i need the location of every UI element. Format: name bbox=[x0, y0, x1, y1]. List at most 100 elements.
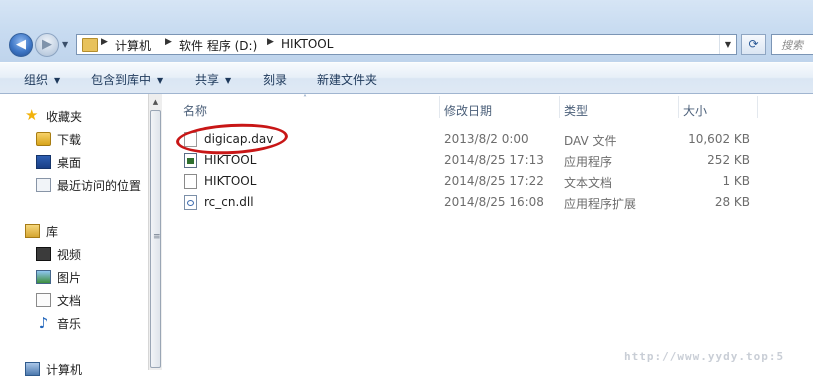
back-button[interactable]: ◀ bbox=[9, 33, 33, 57]
breadcrumb-computer[interactable]: 计算机 bbox=[115, 37, 151, 54]
address-bar[interactable]: ▶ 计算机 ▶ 软件 程序 (D:) ▶ HIKTOOL ▼ bbox=[76, 34, 737, 55]
new-folder-button[interactable]: 新建文件夹 bbox=[317, 71, 377, 88]
search-input[interactable]: 搜索 bbox=[771, 34, 813, 55]
column-header-date-modified[interactable]: 修改日期 bbox=[444, 102, 492, 119]
chevron-down-icon: ▼ bbox=[225, 76, 232, 85]
nav-label: 下载 bbox=[57, 133, 82, 147]
file-name: rc_cn.dll bbox=[204, 195, 254, 209]
file-type: DAV 文件 bbox=[564, 134, 617, 148]
include-in-library-label: 包含到库中 bbox=[91, 73, 152, 87]
refresh-button[interactable]: ⟳ bbox=[741, 34, 766, 55]
nav-label: 库 bbox=[46, 225, 59, 239]
breadcrumb-drive-d[interactable]: 软件 程序 (D:) bbox=[179, 37, 257, 54]
computer-icon bbox=[25, 362, 40, 376]
nav-pictures[interactable]: 图片 bbox=[0, 267, 146, 287]
file-size: 28 KB bbox=[714, 195, 750, 209]
column-divider[interactable] bbox=[559, 96, 560, 118]
file-row[interactable]: HIKTOOL 2014/8/25 17:22 文本文档 1 KB bbox=[181, 172, 801, 192]
desktop-icon bbox=[36, 155, 51, 169]
nav-music[interactable]: ♪ 音乐 bbox=[0, 313, 146, 333]
file-date: 2014/8/25 17:22 bbox=[444, 174, 544, 188]
nav-label: 视频 bbox=[57, 248, 82, 262]
breadcrumb-separator-icon[interactable]: ▶ bbox=[101, 37, 108, 47]
watermark: http://www.yydy.top:5 bbox=[624, 350, 785, 363]
nav-desktop[interactable]: 桌面 bbox=[0, 152, 146, 172]
scrollbar-thumb[interactable]: ≡ bbox=[150, 110, 161, 368]
breadcrumb-separator-icon[interactable]: ▶ bbox=[165, 37, 172, 47]
pictures-icon bbox=[36, 270, 51, 284]
star-icon: ★ bbox=[25, 106, 39, 124]
column-header-size[interactable]: 大小 bbox=[683, 102, 707, 119]
navigation-scrollbar[interactable]: ▲ ≡ bbox=[148, 94, 162, 370]
file-size: 1 KB bbox=[722, 174, 750, 188]
refresh-icon: ⟳ bbox=[748, 37, 759, 51]
breadcrumb-separator-icon[interactable]: ▶ bbox=[267, 37, 274, 47]
music-icon: ♪ bbox=[38, 314, 49, 332]
video-icon bbox=[36, 247, 51, 261]
file-row[interactable]: rc_cn.dll 2014/8/25 16:08 应用程序扩展 28 KB bbox=[181, 193, 801, 213]
chevron-down-icon: ▼ bbox=[724, 40, 732, 49]
address-history-dropdown[interactable]: ▼ bbox=[719, 35, 736, 54]
share-menu[interactable]: 共享 ▼ bbox=[195, 71, 231, 88]
downloads-folder-icon bbox=[36, 132, 51, 146]
share-label: 共享 bbox=[195, 73, 220, 87]
column-divider[interactable] bbox=[757, 96, 758, 118]
include-in-library-menu[interactable]: 包含到库中 ▼ bbox=[91, 71, 163, 88]
file-type: 应用程序 bbox=[564, 155, 613, 169]
nav-libraries[interactable]: 库 bbox=[0, 221, 146, 241]
nav-downloads[interactable]: 下载 bbox=[0, 129, 146, 149]
folder-icon bbox=[82, 38, 98, 52]
nav-label: 收藏夹 bbox=[46, 110, 83, 124]
file-type: 应用程序扩展 bbox=[564, 197, 637, 211]
file-type: 文本文档 bbox=[564, 176, 613, 190]
file-date: 2013/8/2 0:00 bbox=[444, 132, 529, 146]
file-size: 252 KB bbox=[707, 153, 750, 167]
nav-label: 桌面 bbox=[57, 156, 82, 170]
burn-button[interactable]: 刻录 bbox=[263, 71, 287, 88]
file-name: HIKTOOL bbox=[204, 174, 257, 188]
nav-label: 图片 bbox=[57, 271, 82, 285]
nav-favorites[interactable]: ★ 收藏夹 bbox=[0, 106, 146, 126]
file-list: ˄ 名称 修改日期 类型 大小 digicap.dav 2013/8/2 0:0… bbox=[163, 94, 813, 370]
library-icon bbox=[25, 224, 40, 238]
command-toolbar: 组织 ▼ 包含到库中 ▼ 共享 ▼ 刻录 新建文件夹 bbox=[0, 62, 813, 94]
nav-label: 音乐 bbox=[57, 317, 82, 331]
nav-label: 最近访问的位置 bbox=[57, 179, 142, 193]
navigation-pane: ★ 收藏夹 下载 桌面 最近访问的位置 库 视频 图片 文档 ♪ 音乐 计算机 bbox=[0, 94, 148, 377]
documents-icon bbox=[36, 293, 51, 307]
recent-places-icon bbox=[36, 178, 51, 192]
burn-label: 刻录 bbox=[263, 73, 288, 87]
chevron-down-icon: ▼ bbox=[157, 76, 164, 85]
column-header-type[interactable]: 类型 bbox=[564, 102, 588, 119]
breadcrumb-hiktool[interactable]: HIKTOOL bbox=[281, 37, 333, 51]
window-titlebar: ◀ ▶ ▼ ▶ 计算机 ▶ 软件 程序 (D:) ▶ HIKTOOL ▼ ⟳ 搜… bbox=[0, 0, 813, 62]
file-row[interactable]: HIKTOOL 2014/8/25 17:13 应用程序 252 KB bbox=[181, 151, 801, 171]
nav-computer[interactable]: 计算机 bbox=[0, 359, 146, 379]
grip-icon: ≡ bbox=[153, 232, 161, 242]
nav-documents[interactable]: 文档 bbox=[0, 290, 146, 310]
file-size: 10,602 KB bbox=[688, 132, 750, 146]
dll-file-icon bbox=[184, 195, 197, 210]
recent-pages-dropdown[interactable]: ▼ bbox=[62, 40, 68, 49]
file-name: HIKTOOL bbox=[204, 153, 257, 167]
new-folder-label: 新建文件夹 bbox=[317, 73, 378, 87]
application-icon bbox=[184, 153, 197, 168]
file-date: 2014/8/25 16:08 bbox=[444, 195, 544, 209]
nav-label: 文档 bbox=[57, 294, 82, 308]
search-placeholder: 搜索 bbox=[781, 39, 803, 52]
arrow-right-icon: ▶ bbox=[42, 37, 52, 52]
nav-videos[interactable]: 视频 bbox=[0, 244, 146, 264]
column-divider[interactable] bbox=[439, 96, 440, 118]
arrow-left-icon: ◀ bbox=[16, 37, 26, 52]
file-date: 2014/8/25 17:13 bbox=[444, 153, 544, 167]
scroll-up-arrow-icon[interactable]: ▲ bbox=[150, 98, 161, 106]
chevron-down-icon: ▼ bbox=[54, 76, 61, 85]
nav-recent-places[interactable]: 最近访问的位置 bbox=[0, 175, 146, 195]
organize-label: 组织 bbox=[24, 73, 49, 87]
column-header-name[interactable]: 名称 bbox=[183, 102, 207, 119]
column-divider[interactable] bbox=[678, 96, 679, 118]
organize-menu[interactable]: 组织 ▼ bbox=[24, 71, 60, 88]
text-document-icon bbox=[184, 174, 197, 189]
sort-ascending-icon: ˄ bbox=[303, 94, 307, 103]
forward-button[interactable]: ▶ bbox=[35, 33, 59, 57]
